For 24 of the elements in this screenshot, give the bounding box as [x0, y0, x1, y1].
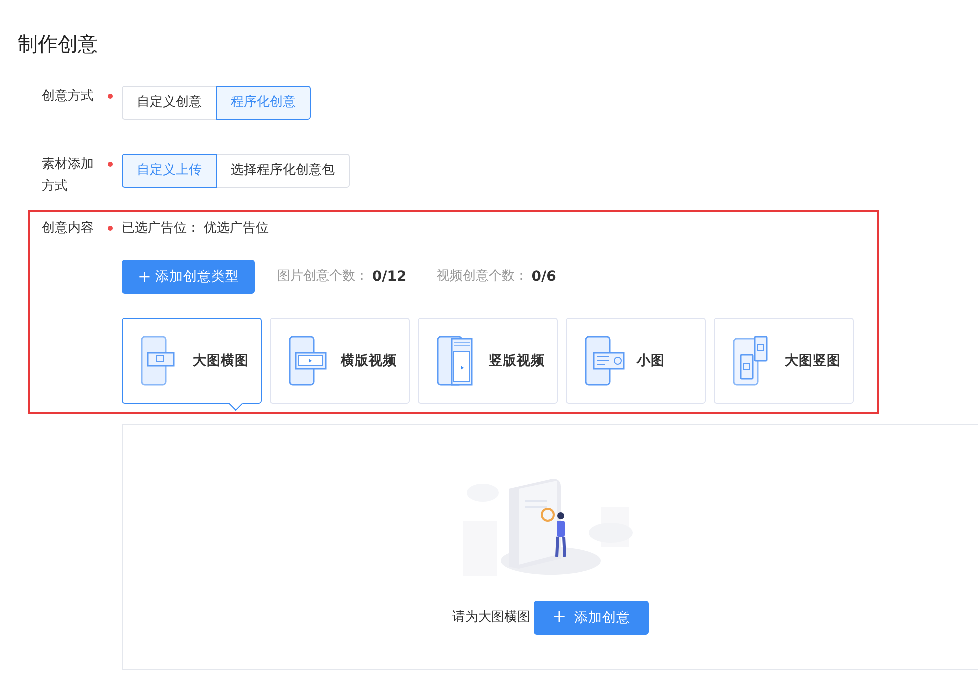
placement-label: 已选广告位： — [122, 220, 200, 238]
creative-type-card[interactable]: 大图竖图 — [714, 318, 854, 404]
count-label: 视频创意个数： — [436, 268, 528, 286]
placement-value: 优选广告位 — [204, 220, 269, 238]
creative-type-card[interactable]: 小图 — [566, 318, 706, 404]
count-value: 0/12 — [372, 268, 407, 286]
field-label: 素材添加方式 — [42, 156, 95, 196]
card-label: 小图 — [637, 352, 665, 371]
field-label: 创意内容 — [42, 220, 95, 238]
field-label: 创意方式 — [42, 88, 95, 106]
creative-type-card[interactable]: 竖版视频 — [418, 318, 558, 404]
card-label: 大图横图 — [193, 352, 249, 371]
count-label: 图片创意个数： — [277, 268, 368, 286]
page-title: 制作创意 — [18, 31, 99, 58]
card-label: 大图竖图 — [785, 352, 841, 371]
creative-type-card[interactable]: 横版视频 — [270, 318, 410, 404]
card-label: 横版视频 — [341, 352, 397, 371]
empty-message: 请为大图横图 — [452, 609, 530, 628]
count-value: 0/6 — [532, 268, 556, 286]
segment-option[interactable]: 选择程序化创意包 — [216, 154, 350, 188]
phone-layout-icon — [287, 335, 329, 387]
phone-layout-icon — [583, 335, 625, 387]
segment-option[interactable]: 自定义创意 — [122, 86, 217, 120]
card-label: 竖版视频 — [489, 352, 545, 371]
